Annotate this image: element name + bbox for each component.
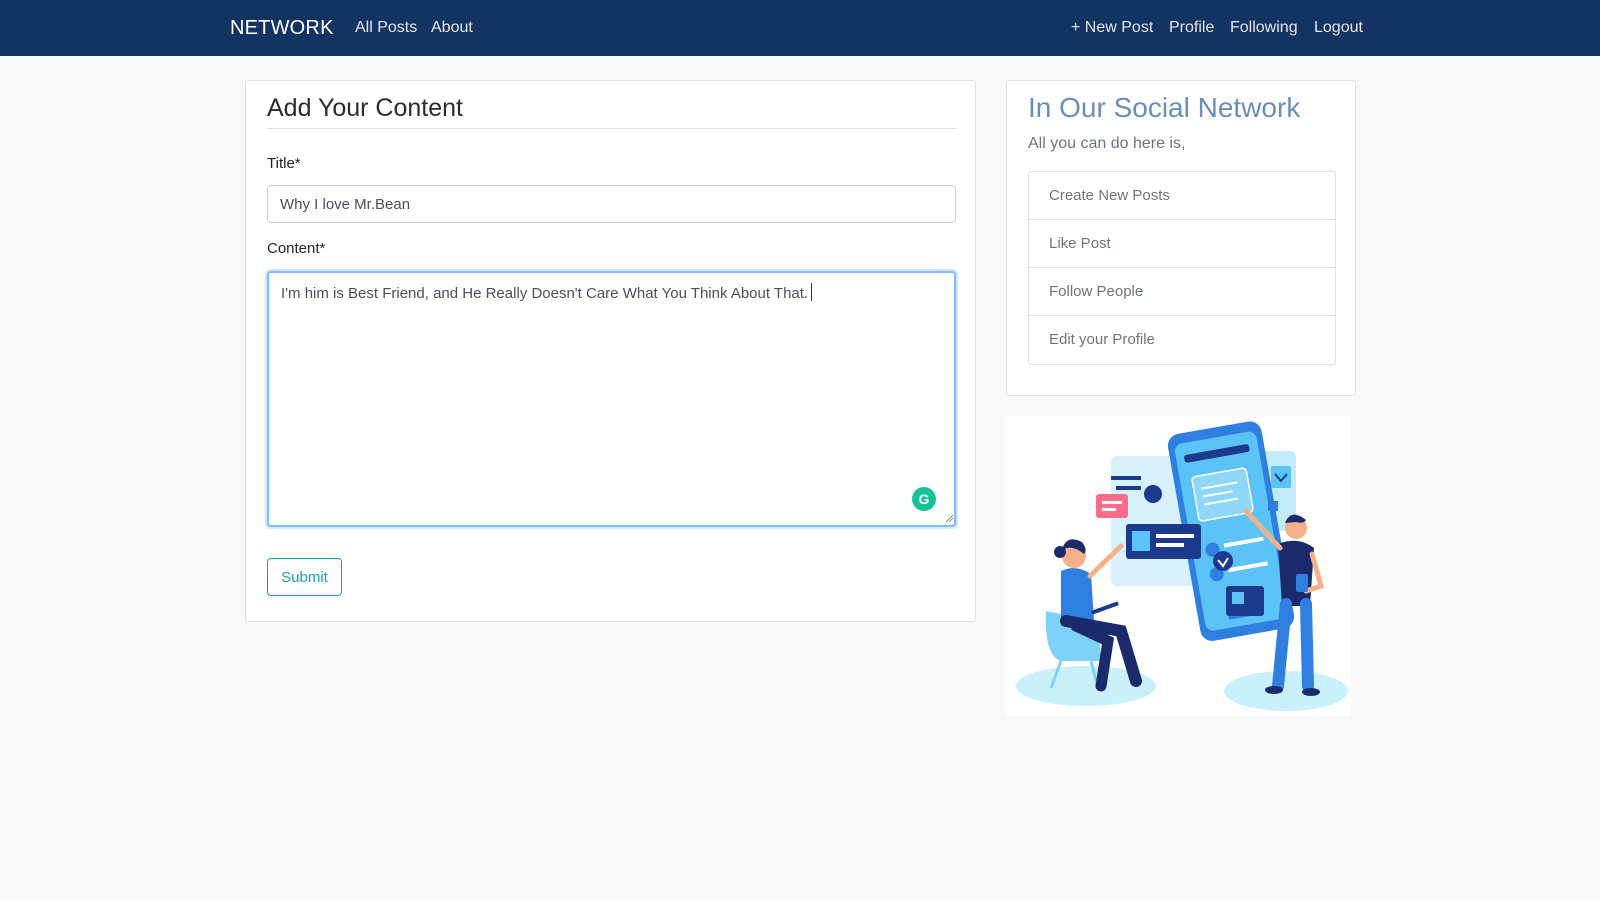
add-content-card: Add Your Content Title* Content* I'm him…	[245, 80, 976, 622]
nav-all-posts[interactable]: All Posts	[355, 19, 417, 37]
social-network-illustration	[1006, 416, 1351, 716]
nav-about[interactable]: About	[431, 19, 473, 37]
text-caret	[811, 283, 813, 301]
nav-profile[interactable]: Profile	[1169, 19, 1214, 37]
submit-button[interactable]: Submit	[267, 558, 342, 596]
top-navbar: NETWORK All Posts About + New Post Profi…	[0, 0, 1600, 56]
feature-create-new-posts[interactable]: Create New Posts	[1029, 172, 1335, 220]
nav-following[interactable]: Following	[1230, 19, 1298, 37]
resize-grip-icon[interactable]	[945, 514, 954, 523]
feature-list: Create New Posts Like Post Follow People…	[1028, 171, 1336, 365]
brand-logo[interactable]: NETWORK	[230, 17, 334, 40]
form-heading: Add Your Content	[267, 94, 463, 122]
title-label: Title*	[267, 155, 301, 172]
nav-new-post[interactable]: + New Post	[1071, 19, 1153, 37]
sidebar-subtitle: All you can do here is,	[1028, 135, 1186, 152]
feature-like-post[interactable]: Like Post	[1029, 220, 1335, 268]
content-text: I'm him is Best Friend, and He Really Do…	[281, 285, 809, 302]
content-label: Content*	[267, 240, 326, 257]
heading-divider	[267, 128, 956, 129]
content-textarea[interactable]: I'm him is Best Friend, and He Really Do…	[267, 271, 956, 527]
social-network-info-card: In Our Social Network All you can do her…	[1006, 80, 1356, 396]
feature-edit-profile[interactable]: Edit your Profile	[1029, 316, 1335, 364]
sidebar-title: In Our Social Network	[1028, 92, 1301, 123]
feature-follow-people[interactable]: Follow People	[1029, 268, 1335, 316]
grammarly-icon[interactable]: G	[912, 487, 936, 511]
title-input[interactable]	[267, 185, 956, 223]
nav-logout[interactable]: Logout	[1314, 19, 1363, 37]
